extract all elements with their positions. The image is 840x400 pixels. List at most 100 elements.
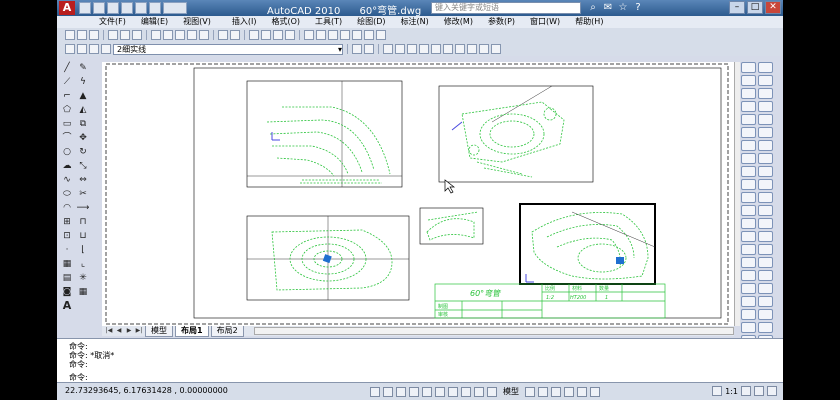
trim-icon[interactable]: ✂ — [76, 188, 90, 200]
match-properties-icon[interactable] — [187, 30, 197, 40]
point-icon[interactable]: · — [60, 244, 74, 256]
grid-icon[interactable] — [383, 386, 393, 397]
zoom-realtime-icon[interactable] — [261, 30, 271, 40]
gradient-icon[interactable]: ▤ — [60, 272, 74, 284]
explode-icon[interactable]: ✳ — [76, 272, 90, 284]
view-left-icon[interactable] — [758, 75, 773, 86]
save-file-icon[interactable] — [89, 30, 99, 40]
menu-view[interactable]: 视图(V) — [175, 16, 218, 28]
dimension-aligned-icon[interactable] — [395, 44, 405, 54]
tool-palettes-icon[interactable] — [328, 30, 338, 40]
clean-screen-icon[interactable] — [767, 386, 777, 396]
sheet-set-icon[interactable] — [340, 30, 350, 40]
drawing-area[interactable]: 60°弯管 比例 材料 数量 1:2 HT200 1 制图 审核 — [102, 62, 734, 326]
make-block-icon[interactable]: ⊡ — [60, 230, 74, 242]
se-iso-icon[interactable] — [741, 114, 756, 125]
workspace-switching-icon[interactable] — [741, 386, 751, 396]
polar-icon[interactable] — [409, 386, 419, 397]
extrude-icon[interactable] — [741, 179, 756, 190]
view-front-icon[interactable] — [758, 88, 773, 99]
tab-model[interactable]: 模型 — [145, 325, 173, 337]
menu-help[interactable]: 帮助(H) — [567, 16, 610, 28]
prev-tab-icon[interactable]: ◀ — [115, 327, 123, 335]
redo-icon[interactable] — [135, 2, 147, 14]
help-icon[interactable] — [376, 30, 386, 40]
nw-iso-icon[interactable] — [741, 127, 756, 138]
copy-face-icon[interactable] — [741, 322, 756, 333]
spline-icon[interactable]: ∿ — [60, 174, 74, 186]
revolve-icon[interactable] — [758, 179, 773, 190]
3d-array-icon[interactable] — [741, 257, 756, 268]
revision-cloud-icon[interactable]: ☁ — [60, 160, 74, 172]
shell-icon[interactable] — [741, 283, 756, 294]
next-tab-icon[interactable]: ▶ — [125, 327, 133, 335]
3d-orbit-icon[interactable] — [741, 62, 756, 73]
menu-edit[interactable]: 编辑(E) — [133, 16, 175, 28]
arc-icon[interactable]: ⌒ — [60, 132, 74, 144]
block-editor-icon[interactable] — [199, 30, 209, 40]
3d-align-icon[interactable] — [758, 244, 773, 255]
menu-insert[interactable]: 插入(I) — [218, 16, 264, 28]
polyline-icon[interactable]: ⌐ — [60, 90, 74, 102]
close-icon[interactable]: ✕ — [765, 1, 781, 14]
tab-layout1[interactable]: 布局1 — [175, 325, 209, 337]
rectangle-icon[interactable]: ▭ — [60, 118, 74, 130]
subtract-icon[interactable] — [758, 205, 773, 216]
model-space-toggle[interactable]: 模型 — [500, 386, 522, 397]
copy-icon[interactable] — [163, 30, 173, 40]
intersect-icon[interactable] — [741, 218, 756, 229]
open-file-icon[interactable] — [77, 30, 87, 40]
menu-window[interactable]: 窗口(W) — [522, 16, 567, 28]
layer-previous-icon[interactable] — [364, 44, 374, 54]
cone-icon[interactable] — [758, 140, 773, 151]
new-icon[interactable] — [79, 2, 91, 14]
plot-icon[interactable] — [149, 2, 161, 14]
menu-draw[interactable]: 绘图(D) — [349, 16, 392, 28]
break-icon[interactable]: ⊓ — [76, 216, 90, 228]
extend-icon[interactable]: ⟶ — [76, 202, 90, 214]
help-icon[interactable]: ? — [632, 2, 644, 14]
coordinate-readout[interactable]: 22.73293645, 6.17631428 , 0.00000000 — [65, 386, 228, 395]
view-right-icon[interactable] — [741, 88, 756, 99]
print-icon[interactable] — [108, 30, 118, 40]
view-back-icon[interactable] — [741, 101, 756, 112]
horizontal-scrollbar[interactable] — [253, 327, 734, 335]
3d-rotate-icon[interactable] — [741, 244, 756, 255]
zoom-window-icon[interactable] — [273, 30, 283, 40]
polygon-icon[interactable]: ⬠ — [60, 104, 74, 116]
annotation-scale[interactable]: 1:1 — [725, 387, 738, 396]
view-bottom-icon[interactable] — [741, 75, 756, 86]
menu-dimension[interactable]: 标注(N) — [393, 16, 436, 28]
calculator-icon[interactable] — [364, 30, 374, 40]
menu-tools[interactable]: 工具(T) — [307, 16, 349, 28]
make-current-icon[interactable] — [352, 44, 362, 54]
last-tab-icon[interactable]: ▶| — [135, 327, 143, 335]
annotation-scale-icon[interactable] — [712, 386, 723, 396]
binoculars-icon[interactable]: ⌕ — [587, 2, 599, 14]
minimize-icon[interactable]: – — [729, 1, 745, 14]
check-icon[interactable] — [758, 296, 773, 307]
properties-icon[interactable] — [304, 30, 314, 40]
loft-icon[interactable] — [758, 192, 773, 203]
open-icon[interactable] — [93, 2, 105, 14]
search-input[interactable]: 键入关键字或短语 — [431, 2, 581, 14]
separate-icon[interactable] — [758, 283, 773, 294]
zoom-previous-icon[interactable] — [285, 30, 295, 40]
edge-color-icon[interactable] — [758, 309, 773, 320]
delete-face-icon[interactable] — [758, 322, 773, 333]
copy-object-icon[interactable]: ⧉ — [76, 118, 90, 130]
dimension-update-icon[interactable] — [491, 44, 501, 54]
tolerance-icon[interactable] — [455, 44, 465, 54]
menu-format[interactable]: 格式(O) — [263, 16, 307, 28]
ducs-icon[interactable] — [448, 386, 458, 397]
move-icon[interactable]: ✥ — [76, 132, 90, 144]
command-window[interactable]: 命令: 命令: *取消* 命令: 命令: — [57, 338, 783, 383]
markup-icon[interactable] — [352, 30, 362, 40]
extract-edges-icon[interactable] — [741, 270, 756, 281]
line-icon[interactable]: ╱ — [60, 62, 74, 74]
steeringwheel-icon[interactable] — [577, 386, 587, 397]
ellipse-icon[interactable]: ⬭ — [60, 188, 74, 200]
dimension-linear-icon[interactable] — [383, 44, 393, 54]
section-plane-icon[interactable] — [741, 231, 756, 242]
union-icon[interactable] — [741, 205, 756, 216]
